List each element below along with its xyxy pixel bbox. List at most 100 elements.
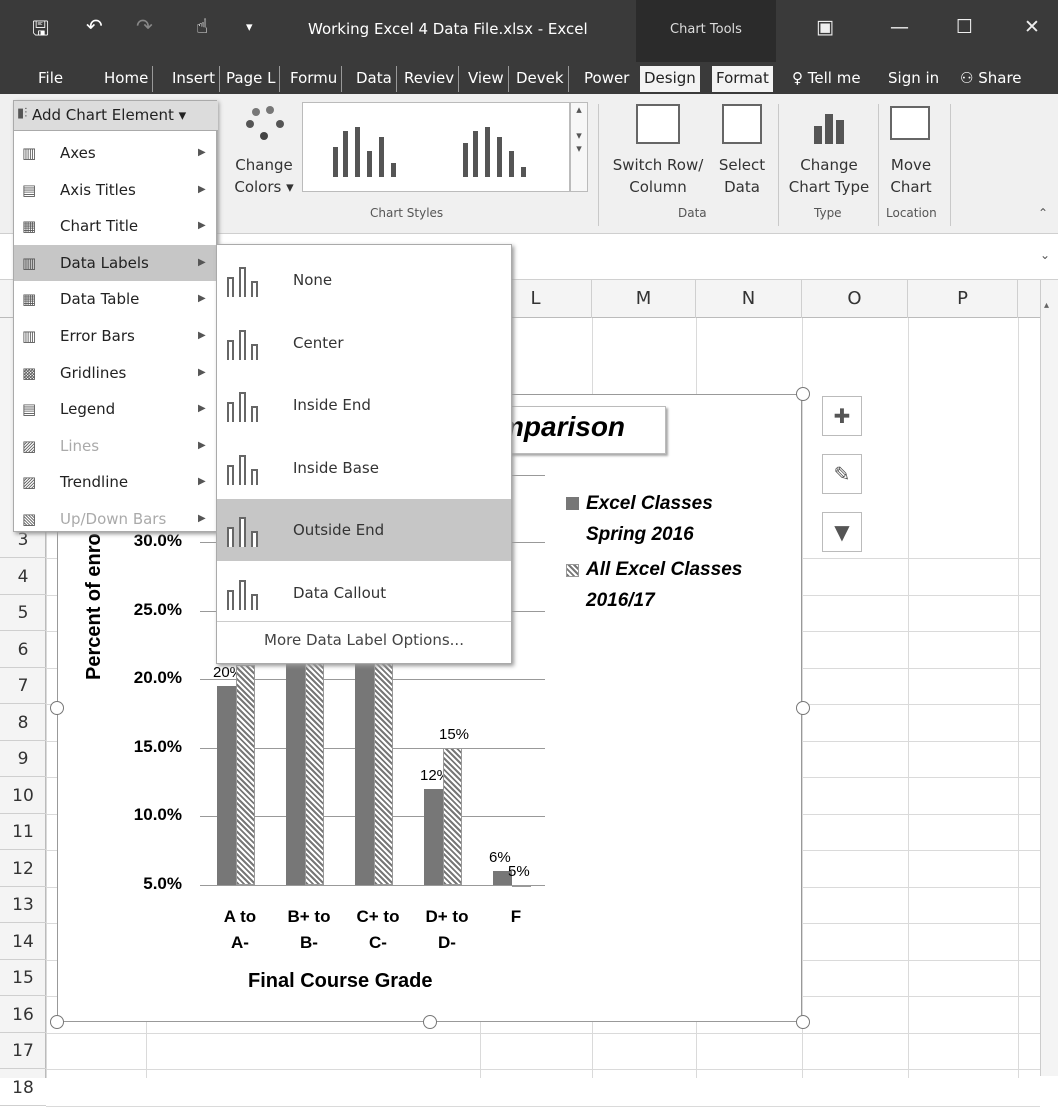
chart-styles-gallery[interactable] bbox=[302, 102, 570, 192]
chart-style-2[interactable] bbox=[451, 107, 561, 187]
row-header-4[interactable]: 4 bbox=[0, 559, 46, 595]
row-header-8[interactable]: 8 bbox=[0, 705, 46, 741]
menu-item-axis-titles[interactable]: ▤ Axis Titles ▶ bbox=[14, 172, 216, 208]
data-label[interactable]: 5% bbox=[508, 863, 530, 880]
switch-row-column-button[interactable]: Switch Row/ Column bbox=[604, 154, 712, 198]
maximize-icon[interactable]: ☐ bbox=[956, 16, 973, 38]
tab-design[interactable]: Design bbox=[640, 66, 700, 92]
menu-item-legend[interactable]: ▤ Legend ▶ bbox=[14, 391, 216, 427]
undo-icon[interactable]: ↶ bbox=[86, 14, 103, 38]
resize-handle-left[interactable] bbox=[50, 701, 64, 715]
row-header-17[interactable]: 17 bbox=[0, 1033, 46, 1069]
row-header-18[interactable]: 18 bbox=[0, 1070, 46, 1106]
data-labels-option-outside-end[interactable]: Outside End bbox=[217, 499, 511, 561]
move-chart-button[interactable]: Move Chart bbox=[880, 154, 942, 198]
column-header-m[interactable]: M bbox=[592, 280, 696, 318]
x-tick-line2: D- bbox=[438, 933, 456, 952]
tab-page-layout[interactable]: Page L bbox=[226, 66, 281, 92]
row-header-15[interactable]: 15 bbox=[0, 960, 46, 996]
sign-in-link[interactable]: Sign in bbox=[888, 66, 939, 92]
row-header-13[interactable]: 13 bbox=[0, 887, 46, 923]
type-caption: Type bbox=[814, 206, 842, 220]
tab-view[interactable]: View bbox=[468, 66, 509, 92]
ribbon-display-icon[interactable]: ▣ bbox=[816, 16, 834, 38]
tell-me-box[interactable]: ♀ Tell me bbox=[792, 66, 861, 92]
minimize-icon[interactable]: — bbox=[890, 16, 909, 38]
data-labels-option-label: Outside End bbox=[293, 521, 385, 539]
data-label[interactable]: 15% bbox=[439, 726, 469, 743]
resize-handle-bottom-right[interactable] bbox=[796, 1015, 810, 1029]
menu-item-chart-title[interactable]: ▦ Chart Title ▶ bbox=[14, 208, 216, 244]
tab-formulas[interactable]: Formu bbox=[290, 66, 343, 92]
y-tick-label: 10.0% bbox=[133, 805, 182, 825]
touch-mode-icon[interactable]: ☝ bbox=[196, 14, 208, 38]
row-header-11[interactable]: 11 bbox=[0, 814, 46, 850]
select-data-button[interactable]: Select Data bbox=[712, 154, 772, 198]
tab-insert[interactable]: Insert bbox=[172, 66, 221, 92]
menu-item-data-table[interactable]: ▦ Data Table ▶ bbox=[14, 281, 216, 317]
scroll-up-icon[interactable]: ▴ bbox=[1044, 300, 1049, 311]
customize-qat-icon[interactable]: ▾ bbox=[246, 20, 253, 35]
resize-handle-right[interactable] bbox=[796, 701, 810, 715]
resize-handle-bottom-left[interactable] bbox=[50, 1015, 64, 1029]
row-header-10[interactable]: 10 bbox=[0, 778, 46, 814]
bar-series-1[interactable] bbox=[217, 686, 236, 885]
row-header-7[interactable]: 7 bbox=[0, 668, 46, 704]
menu-item-gridlines[interactable]: ▩ Gridlines ▶ bbox=[14, 355, 216, 391]
legend-swatch-series-1 bbox=[566, 497, 579, 510]
collapse-ribbon-icon[interactable]: ⌃ bbox=[1038, 206, 1048, 220]
bar-series-2[interactable] bbox=[443, 747, 462, 885]
tab-data[interactable]: Data bbox=[356, 66, 397, 92]
menu-item-data-labels[interactable]: ▥ Data Labels ▶ bbox=[14, 244, 216, 281]
resize-handle-top-right[interactable] bbox=[796, 387, 810, 401]
data-labels-option-center[interactable]: Center bbox=[217, 312, 511, 374]
add-chart-element-button[interactable]: ▮⫶ Add Chart Element ▾ bbox=[14, 101, 218, 131]
resize-handle-bottom[interactable] bbox=[423, 1015, 437, 1029]
row-header-14[interactable]: 14 bbox=[0, 924, 46, 960]
chart-elements-button[interactable]: ✚ bbox=[822, 396, 862, 436]
tab-format[interactable]: Format bbox=[712, 66, 773, 92]
save-icon[interactable]: 🖫 bbox=[32, 14, 49, 48]
gallery-scroll[interactable]: ▴ ▾ ▾ bbox=[570, 102, 588, 192]
x-axis-title[interactable]: Final Course Grade bbox=[248, 970, 433, 993]
more-data-label-options[interactable]: More Data Label Options... bbox=[217, 631, 511, 649]
row-header-12[interactable]: 12 bbox=[0, 851, 46, 887]
data-labels-option-data-callout[interactable]: Data Callout bbox=[217, 562, 511, 624]
share-button[interactable]: ⚇ Share bbox=[960, 66, 1022, 92]
move-chart-label-1: Move bbox=[890, 156, 932, 174]
y-tick-label: 20.0% bbox=[133, 668, 182, 688]
column-header-p[interactable]: P bbox=[908, 280, 1018, 318]
bar-series-2[interactable] bbox=[236, 665, 255, 885]
tab-home[interactable]: Home bbox=[104, 66, 154, 92]
row-header-6[interactable]: 6 bbox=[0, 632, 46, 668]
close-icon[interactable]: ✕ bbox=[1024, 16, 1040, 38]
tab-power[interactable]: Power bbox=[584, 66, 629, 92]
redo-icon[interactable]: ↷ bbox=[136, 14, 153, 38]
row-header-9[interactable]: 9 bbox=[0, 741, 46, 777]
data-labels-icon: ▥ bbox=[22, 253, 37, 272]
menu-item-error-bars[interactable]: ▥ Error Bars ▶ bbox=[14, 318, 216, 354]
vertical-scrollbar[interactable]: ▴ bbox=[1040, 280, 1058, 1076]
x-tick-label: A to A- bbox=[209, 904, 271, 956]
column-header-n[interactable]: N bbox=[696, 280, 802, 318]
icon-bar bbox=[251, 343, 258, 360]
expand-formula-bar-icon[interactable]: ⌄ bbox=[1040, 248, 1050, 262]
data-labels-option-inside-base[interactable]: Inside Base bbox=[217, 437, 511, 499]
menu-item-trendline[interactable]: ▨ Trendline ▶ bbox=[14, 464, 216, 500]
bar-series-2[interactable] bbox=[512, 885, 531, 887]
row-header-16[interactable]: 16 bbox=[0, 997, 46, 1033]
chart-filters-button[interactable]: ▼ bbox=[822, 512, 862, 552]
data-labels-option-none[interactable]: None bbox=[217, 249, 511, 311]
change-colors-button[interactable]: Change Colors ▾ bbox=[226, 154, 302, 198]
change-chart-type-button[interactable]: Change Chart Type bbox=[782, 154, 876, 198]
tab-review[interactable]: Reviev bbox=[404, 66, 460, 92]
tab-developer[interactable]: Devek bbox=[516, 66, 569, 92]
bar-series-1[interactable] bbox=[424, 788, 443, 885]
column-header-o[interactable]: O bbox=[802, 280, 908, 318]
row-header-5[interactable]: 5 bbox=[0, 595, 46, 631]
tab-file[interactable]: File bbox=[38, 66, 63, 92]
data-labels-option-inside-end[interactable]: Inside End bbox=[217, 374, 511, 436]
chart-styles-button[interactable]: ✎ bbox=[822, 454, 862, 494]
chart-style-1[interactable] bbox=[311, 107, 421, 187]
menu-item-axes[interactable]: ▥ Axes ▶ bbox=[14, 135, 216, 171]
